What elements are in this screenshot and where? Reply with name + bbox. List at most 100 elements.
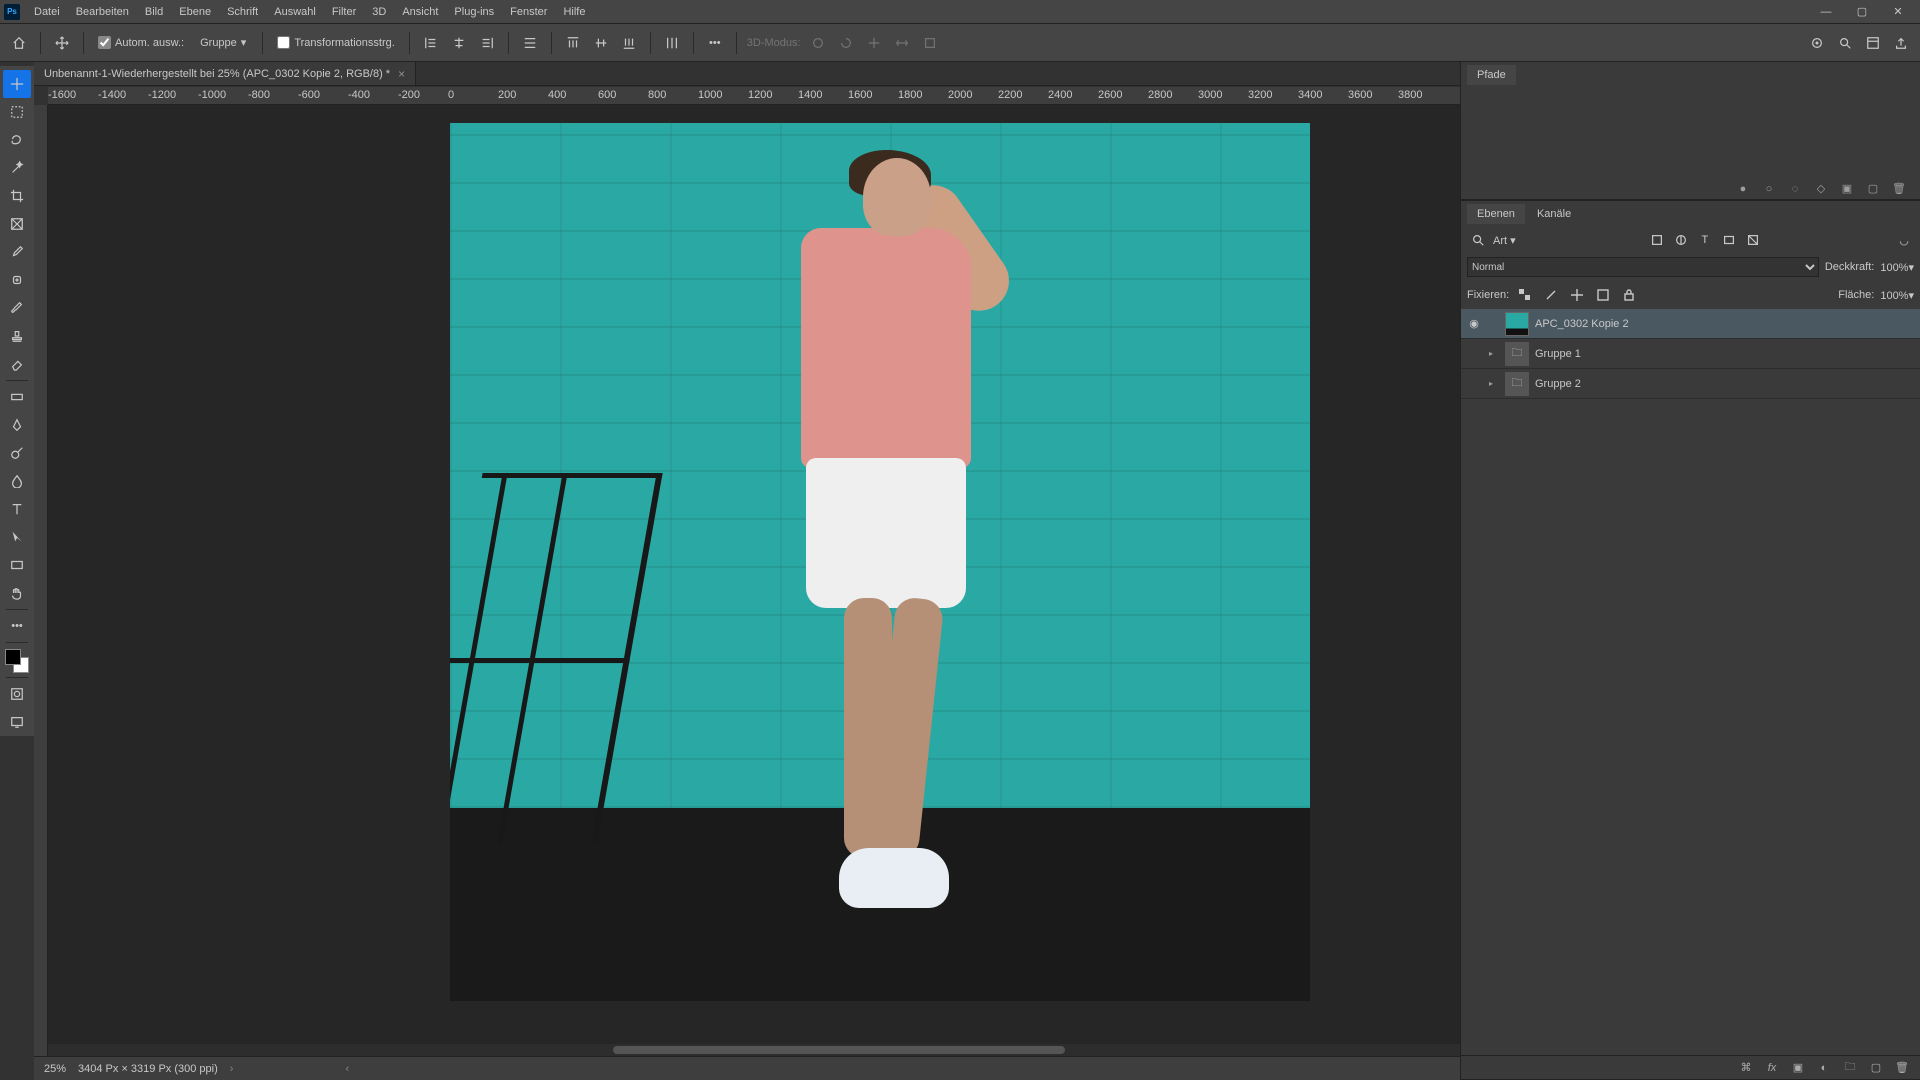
tab-pfade[interactable]: Pfade <box>1467 65 1516 85</box>
move-tool[interactable] <box>3 70 31 98</box>
new-layer-button[interactable]: ▢ <box>1868 1060 1884 1076</box>
horizontal-scrollbar[interactable] <box>48 1044 1460 1056</box>
gradient-tool[interactable] <box>3 383 31 411</box>
distribute-button[interactable] <box>519 32 541 54</box>
filter-type-button[interactable]: T <box>1695 230 1715 250</box>
share-button[interactable] <box>1890 32 1912 54</box>
edit-toolbar-button[interactable]: ••• <box>3 612 31 640</box>
search-button[interactable] <box>1834 32 1856 54</box>
filter-adjust-button[interactable] <box>1671 230 1691 250</box>
menu-schrift[interactable]: Schrift <box>219 0 266 23</box>
eraser-tool[interactable] <box>3 350 31 378</box>
menu-bearbeiten[interactable]: Bearbeiten <box>68 0 137 23</box>
layer-name[interactable]: Gruppe 1 <box>1535 348 1581 360</box>
hand-tool[interactable] <box>3 579 31 607</box>
filter-pixel-button[interactable] <box>1647 230 1667 250</box>
selection-path-icon[interactable]: ◌ <box>1788 182 1802 196</box>
home-button[interactable] <box>8 32 30 54</box>
transform-controls-checkbox[interactable]: Transformationsstrg. <box>273 36 398 49</box>
pen-tool[interactable] <box>3 411 31 439</box>
align-bottom-button[interactable] <box>618 32 640 54</box>
crop-tool[interactable] <box>3 182 31 210</box>
more-options-button[interactable]: ••• <box>704 32 726 54</box>
path-shape-icon[interactable]: ◇ <box>1814 182 1828 196</box>
align-left-button[interactable] <box>420 32 442 54</box>
path-select-tool[interactable] <box>3 523 31 551</box>
lock-transparent-button[interactable] <box>1515 285 1535 305</box>
fill-path-icon[interactable]: ● <box>1736 182 1750 196</box>
doc-info-menu-icon[interactable]: › <box>230 1063 234 1075</box>
menu-filter[interactable]: Filter <box>324 0 364 23</box>
blur-tool[interactable] <box>3 467 31 495</box>
zoom-readout[interactable]: 25% <box>44 1063 66 1075</box>
opacity-value[interactable]: 100%▾ <box>1880 261 1914 274</box>
align-right-button[interactable] <box>476 32 498 54</box>
layer-row[interactable]: ◉ APC_0302 Kopie 2 <box>1461 309 1920 339</box>
lasso-tool[interactable] <box>3 126 31 154</box>
expand-icon[interactable]: ▸ <box>1489 379 1499 388</box>
layer-row[interactable]: ▸ 🗀 Gruppe 1 <box>1461 339 1920 369</box>
menu-fenster[interactable]: Fenster <box>502 0 555 23</box>
adjustment-layer-button[interactable]: ◐ <box>1816 1060 1832 1076</box>
align-center-v-button[interactable] <box>590 32 612 54</box>
stamp-tool[interactable] <box>3 322 31 350</box>
stroke-path-icon[interactable]: ○ <box>1762 182 1776 196</box>
filter-smart-button[interactable] <box>1743 230 1763 250</box>
healing-tool[interactable] <box>3 266 31 294</box>
align-top-button[interactable] <box>562 32 584 54</box>
close-tab-button[interactable]: × <box>398 67 405 81</box>
quick-mask-button[interactable] <box>3 680 31 708</box>
menu-ansicht[interactable]: Ansicht <box>394 0 446 23</box>
dodge-tool[interactable] <box>3 439 31 467</box>
color-swatches[interactable] <box>3 647 31 675</box>
visibility-toggle[interactable]: ◉ <box>1465 317 1483 330</box>
lock-pixels-button[interactable] <box>1541 285 1561 305</box>
auto-select-checkbox[interactable]: Autom. ausw.: <box>94 36 188 49</box>
delete-layer-button[interactable]: 🗑 <box>1894 1060 1910 1076</box>
tab-kanaele[interactable]: Kanäle <box>1527 204 1581 224</box>
window-maximize-button[interactable]: ▢ <box>1844 2 1880 22</box>
document-canvas[interactable] <box>450 123 1310 1001</box>
filter-shape-button[interactable] <box>1719 230 1739 250</box>
menu-hilfe[interactable]: Hilfe <box>555 0 593 23</box>
window-close-button[interactable]: ✕ <box>1880 2 1916 22</box>
layer-name[interactable]: APC_0302 Kopie 2 <box>1535 318 1629 330</box>
menu-plugins[interactable]: Plug-ins <box>446 0 502 23</box>
filter-toggle-switch[interactable]: ◡ <box>1894 230 1914 250</box>
document-tab[interactable]: Unbenannt-1-Wiederhergestellt bei 25% (A… <box>34 62 416 85</box>
screen-mode-button[interactable] <box>3 708 31 736</box>
auto-select-target-dropdown[interactable]: Gruppe▾ <box>194 34 252 51</box>
workspace-button[interactable] <box>1862 32 1884 54</box>
window-minimize-button[interactable]: — <box>1808 2 1844 22</box>
cloud-docs-button[interactable] <box>1806 32 1828 54</box>
layer-thumbnail[interactable] <box>1505 312 1529 336</box>
new-group-button[interactable]: 🗀 <box>1842 1060 1858 1076</box>
menu-auswahl[interactable]: Auswahl <box>266 0 324 23</box>
canvas-area[interactable] <box>48 105 1460 1056</box>
lock-artboard-button[interactable] <box>1593 285 1613 305</box>
mask-path-icon[interactable]: ▣ <box>1840 182 1854 196</box>
link-layers-button[interactable]: ⌘ <box>1738 1060 1754 1076</box>
layer-row[interactable]: ▸ 🗀 Gruppe 2 <box>1461 369 1920 399</box>
eyedropper-tool[interactable] <box>3 238 31 266</box>
rectangle-tool[interactable] <box>3 551 31 579</box>
filter-kind-dropdown[interactable]: Art ▾ <box>1493 234 1516 247</box>
lock-all-button[interactable] <box>1619 285 1639 305</box>
wand-tool[interactable] <box>3 154 31 182</box>
fill-value[interactable]: 100%▾ <box>1880 289 1914 302</box>
frame-tool[interactable] <box>3 210 31 238</box>
new-path-icon[interactable]: ▢ <box>1866 182 1880 196</box>
layer-fx-button[interactable]: fx <box>1764 1060 1780 1076</box>
menu-3d[interactable]: 3D <box>364 0 394 23</box>
type-tool[interactable] <box>3 495 31 523</box>
menu-bild[interactable]: Bild <box>137 0 171 23</box>
tab-ebenen[interactable]: Ebenen <box>1467 204 1525 224</box>
menu-ebene[interactable]: Ebene <box>171 0 219 23</box>
distribute-v-button[interactable] <box>661 32 683 54</box>
doc-info-readout[interactable]: 3404 Px × 3319 Px (300 ppi) <box>78 1063 218 1075</box>
blend-mode-dropdown[interactable]: Normal <box>1467 257 1819 277</box>
lock-position-button[interactable] <box>1567 285 1587 305</box>
brush-tool[interactable] <box>3 294 31 322</box>
menu-datei[interactable]: Datei <box>26 0 68 23</box>
scroll-left-icon[interactable]: ‹ <box>345 1063 349 1075</box>
